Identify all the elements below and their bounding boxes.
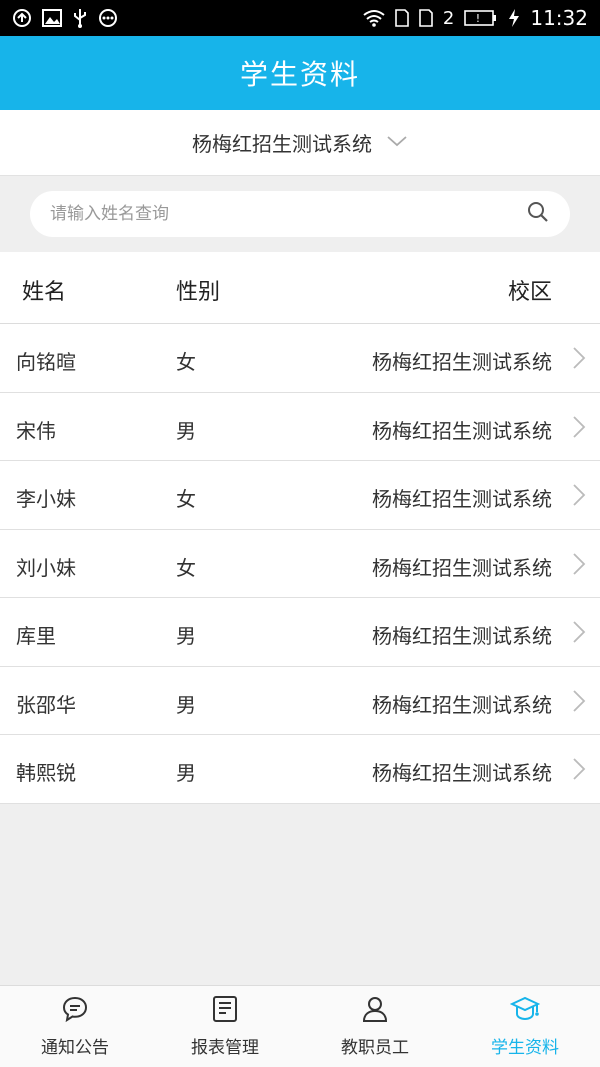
column-header-gender: 性别	[176, 280, 221, 305]
student-gender: 男	[176, 624, 196, 648]
usb-icon	[72, 8, 88, 28]
student-campus: 杨梅红招生测试系统	[372, 624, 552, 648]
status-left-icons	[12, 8, 118, 28]
nav-item-reports[interactable]: 报表管理	[150, 986, 300, 1067]
column-header-campus: 校区	[507, 280, 552, 305]
nav-label-staff: 教职员工	[341, 1038, 409, 1058]
graduation-cap-icon	[509, 995, 541, 1027]
campus-selector-label: 杨梅红招生测试系统	[192, 132, 372, 156]
student-gender: 女	[176, 487, 196, 511]
student-row[interactable]: 宋伟 男 杨梅红招生测试系统	[0, 392, 600, 461]
student-list: 向铭暄 女 杨梅红招生测试系统 宋伟 男 杨梅红招生测试系统 李小妹 女 杨梅红…	[0, 324, 600, 804]
student-row[interactable]: 刘小妹 女 杨梅红招生测试系统	[0, 529, 600, 598]
student-gender: 女	[176, 555, 196, 580]
sim1-icon	[395, 9, 409, 27]
table-header: 姓名 性别 校区	[0, 252, 600, 324]
chevron-down-icon	[386, 133, 408, 152]
student-campus: 杨梅红招生测试系统	[372, 487, 552, 511]
chevron-right-icon	[572, 689, 586, 717]
student-gender: 男	[176, 418, 196, 443]
column-header-name: 姓名	[22, 280, 67, 305]
charging-icon	[508, 8, 520, 28]
student-campus: 杨梅红招生测试系统	[372, 692, 552, 717]
student-name: 李小妹	[16, 487, 76, 511]
campus-selector[interactable]: 杨梅红招生测试系统	[0, 110, 600, 176]
more-icon	[98, 8, 118, 28]
status-bar: 2 ! 11:32	[0, 0, 600, 36]
student-gender: 女	[176, 350, 196, 374]
page-title: 学生资料	[239, 58, 360, 91]
student-name: 库里	[16, 624, 56, 648]
student-name: 韩熙锐	[16, 761, 76, 785]
chevron-right-icon	[572, 757, 586, 785]
student-row[interactable]: 韩熙锐 男 杨梅红招生测试系统	[0, 735, 600, 804]
report-icon	[212, 995, 238, 1027]
chevron-right-icon	[572, 415, 586, 443]
person-icon	[362, 995, 388, 1027]
svg-text:!: !	[476, 12, 480, 25]
search-box[interactable]	[30, 191, 570, 237]
image-icon	[42, 9, 62, 27]
nav-item-students[interactable]: 学生资料	[450, 986, 600, 1067]
battery-icon: !	[464, 9, 498, 27]
student-gender: 男	[176, 692, 196, 717]
search-icon[interactable]	[526, 200, 550, 228]
student-row[interactable]: 张邵华 男 杨梅红招生测试系统	[0, 666, 600, 735]
chevron-right-icon	[572, 620, 586, 648]
student-name: 宋伟	[16, 418, 56, 443]
student-name: 刘小妹	[16, 555, 76, 580]
student-campus: 杨梅红招生测试系统	[372, 555, 552, 580]
student-campus: 杨梅红招生测试系统	[372, 350, 552, 374]
search-input[interactable]	[50, 204, 490, 224]
nav-item-notices[interactable]: 通知公告	[0, 986, 150, 1067]
student-row[interactable]: 李小妹 女 杨梅红招生测试系统	[0, 461, 600, 530]
chevron-right-icon	[572, 346, 586, 374]
student-name: 张邵华	[16, 692, 76, 717]
nav-item-staff[interactable]: 教职员工	[300, 986, 450, 1067]
student-row[interactable]: 库里 男 杨梅红招生测试系统	[0, 598, 600, 667]
sync-icon	[12, 8, 32, 28]
chevron-right-icon	[572, 552, 586, 580]
student-campus: 杨梅红招生测试系统	[372, 761, 552, 785]
chat-bubble-icon	[61, 995, 89, 1027]
chevron-right-icon	[572, 483, 586, 511]
app-header: 学生资料	[0, 36, 600, 110]
nav-label-notices: 通知公告	[41, 1038, 109, 1058]
student-row[interactable]: 向铭暄 女 杨梅红招生测试系统	[0, 324, 600, 393]
nav-label-reports: 报表管理	[191, 1038, 259, 1058]
sim-number: 2	[442, 7, 455, 29]
bottom-nav: 通知公告 报表管理 教职员工 学生资料	[0, 985, 600, 1067]
nav-label-students: 学生资料	[491, 1038, 559, 1058]
student-gender: 男	[176, 761, 196, 785]
status-time: 11:32	[530, 6, 588, 30]
wifi-icon	[363, 9, 385, 27]
status-right-icons: 2 ! 11:32	[363, 6, 588, 30]
student-campus: 杨梅红招生测试系统	[372, 418, 552, 443]
student-name: 向铭暄	[16, 350, 76, 374]
sim2-icon	[419, 9, 433, 27]
search-area	[0, 176, 600, 252]
